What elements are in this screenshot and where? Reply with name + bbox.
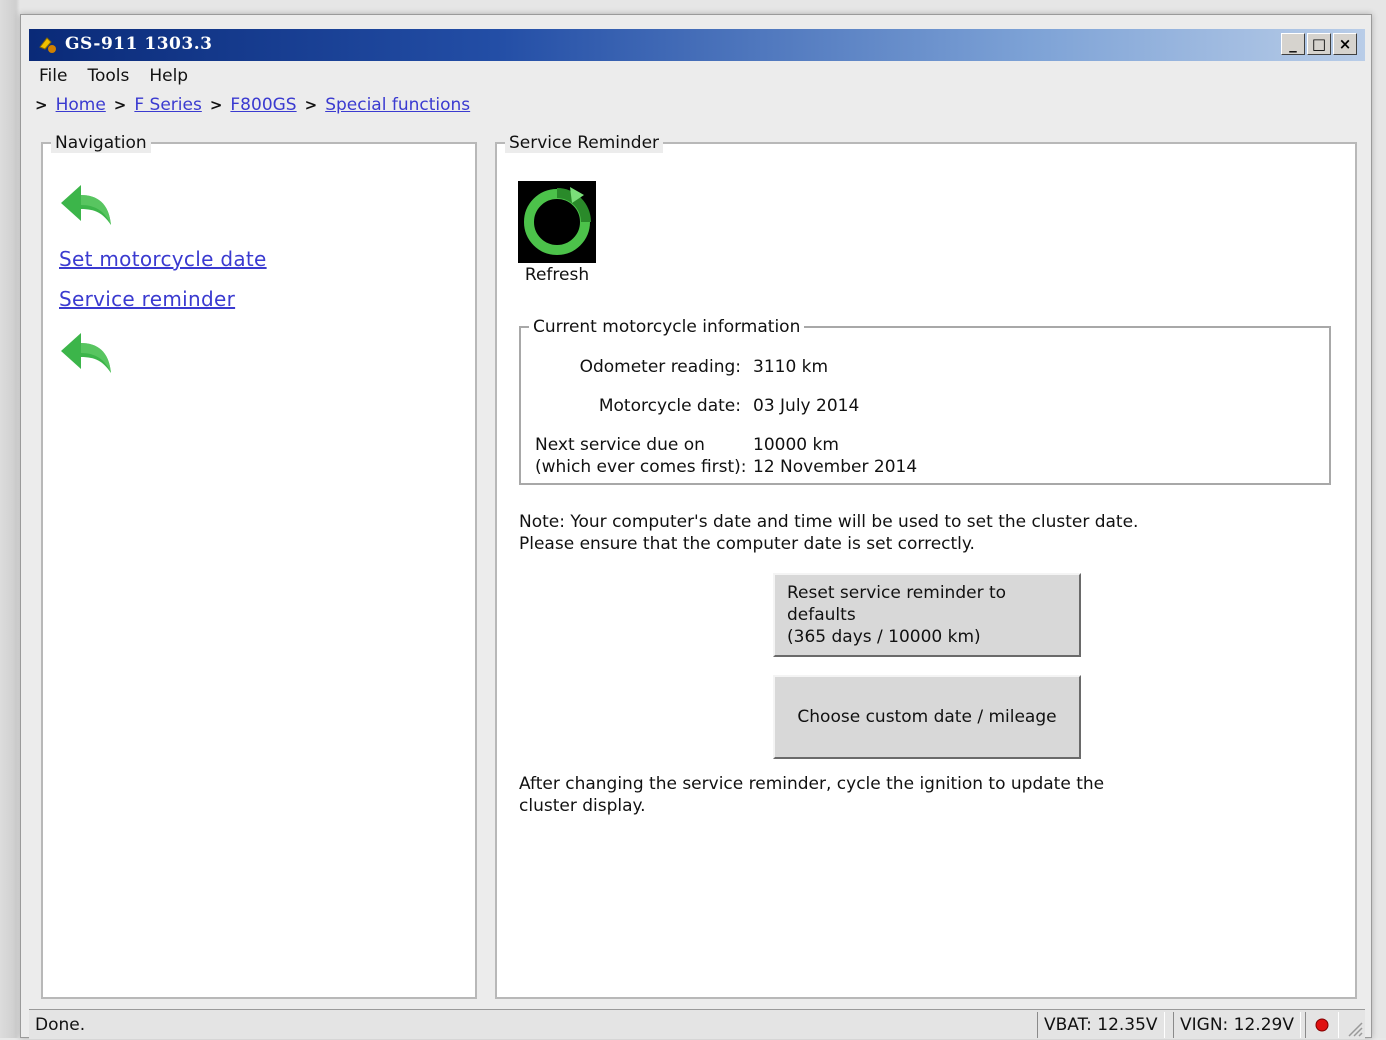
status-bar: Done. VBAT: 12.35V VIGN: 12.29V <box>29 1009 1365 1039</box>
window-title: GS-911 1303.3 <box>65 34 213 54</box>
breadcrumb-home[interactable]: Home <box>56 95 106 115</box>
motorcycle-date-label: Motorcycle date: <box>598 396 741 416</box>
vign-readout: VIGN: 12.29V <box>1173 1012 1301 1038</box>
maximize-button[interactable]: □ <box>1307 33 1331 55</box>
breadcrumb-special-functions[interactable]: Special functions <box>325 95 470 115</box>
title-bar[interactable]: GS-911 1303.3 _ □ × <box>29 29 1365 61</box>
after-change-line: cluster display. <box>519 796 646 816</box>
custom-button-label: Choose custom date / mileage <box>797 707 1057 727</box>
breadcrumb-f800gs[interactable]: F800GS <box>230 95 296 115</box>
nav-link-service-reminder[interactable]: Service reminder <box>59 287 235 311</box>
navigation-legend: Navigation <box>51 133 151 153</box>
note-text: Note: Your computer's date and time will… <box>519 511 1138 555</box>
motorcycle-info-legend: Current motorcycle information <box>529 317 805 337</box>
after-change-text: After changing the service reminder, cyc… <box>519 773 1104 817</box>
vbat-readout: VBAT: 12.35V <box>1037 1012 1165 1038</box>
close-button[interactable]: × <box>1333 33 1357 55</box>
odometer-value: 3110 km <box>753 357 829 377</box>
note-line: Please ensure that the computer date is … <box>519 534 975 554</box>
menu-file[interactable]: File <box>29 63 77 91</box>
breadcrumb-f-series[interactable]: F Series <box>134 95 201 115</box>
breadcrumb-separator: > <box>304 96 318 114</box>
note-line: Note: Your computer's date and time will… <box>519 512 1139 532</box>
menu-tools[interactable]: Tools <box>77 63 139 91</box>
next-service-mileage: 10000 km <box>753 435 839 455</box>
next-service-date: 12 November 2014 <box>753 457 918 477</box>
connection-status-icon <box>1315 1018 1329 1032</box>
odometer-label: Odometer reading: <box>579 357 741 377</box>
connection-indicator <box>1305 1012 1339 1038</box>
navigation-panel: Navigation Set motorcycle date Service r… <box>41 133 477 999</box>
menu-help[interactable]: Help <box>139 63 198 91</box>
breadcrumb-separator: > <box>209 96 223 114</box>
reset-service-reminder-button[interactable]: Reset service reminder to defaults (365 … <box>773 573 1081 657</box>
breadcrumb-separator: > <box>35 96 48 114</box>
reset-button-sublabel: (365 days / 10000 km) <box>787 627 981 647</box>
resize-grip-icon[interactable] <box>1345 1019 1363 1037</box>
status-text: Done. <box>35 1015 86 1035</box>
choose-custom-date-button[interactable]: Choose custom date / mileage <box>773 675 1081 759</box>
nav-link-set-motorcycle-date[interactable]: Set motorcycle date <box>59 247 267 271</box>
motorcycle-date-value: 03 July 2014 <box>753 396 860 416</box>
motorcycle-info-group: Current motorcycle information Odometer … <box>519 317 1331 485</box>
breadcrumb-separator: > <box>113 96 127 114</box>
menu-bar: File Tools Help <box>29 63 198 91</box>
after-change-line: After changing the service reminder, cyc… <box>519 774 1105 794</box>
refresh-label: Refresh <box>524 265 590 285</box>
app-window: GS-911 1303.3 _ □ × File Tools Help > Ho… <box>20 14 1372 1039</box>
minimize-button[interactable]: _ <box>1281 33 1305 55</box>
next-service-label-sub: (which ever comes first): <box>535 457 747 477</box>
back-arrow-icon[interactable] <box>57 329 115 377</box>
refresh-button[interactable]: Refresh <box>517 181 597 285</box>
breadcrumb: > Home > F Series > F800GS > Special fun… <box>35 95 470 115</box>
back-arrow-icon[interactable] <box>57 181 115 229</box>
next-service-label: Next service due on <box>535 435 705 455</box>
reset-button-label: Reset service reminder to defaults <box>787 583 1007 625</box>
app-icon <box>39 37 56 53</box>
service-reminder-legend: Service Reminder <box>505 133 664 153</box>
refresh-icon <box>518 181 596 263</box>
service-reminder-panel: Service Reminder Refresh Current motorcy… <box>495 133 1357 999</box>
